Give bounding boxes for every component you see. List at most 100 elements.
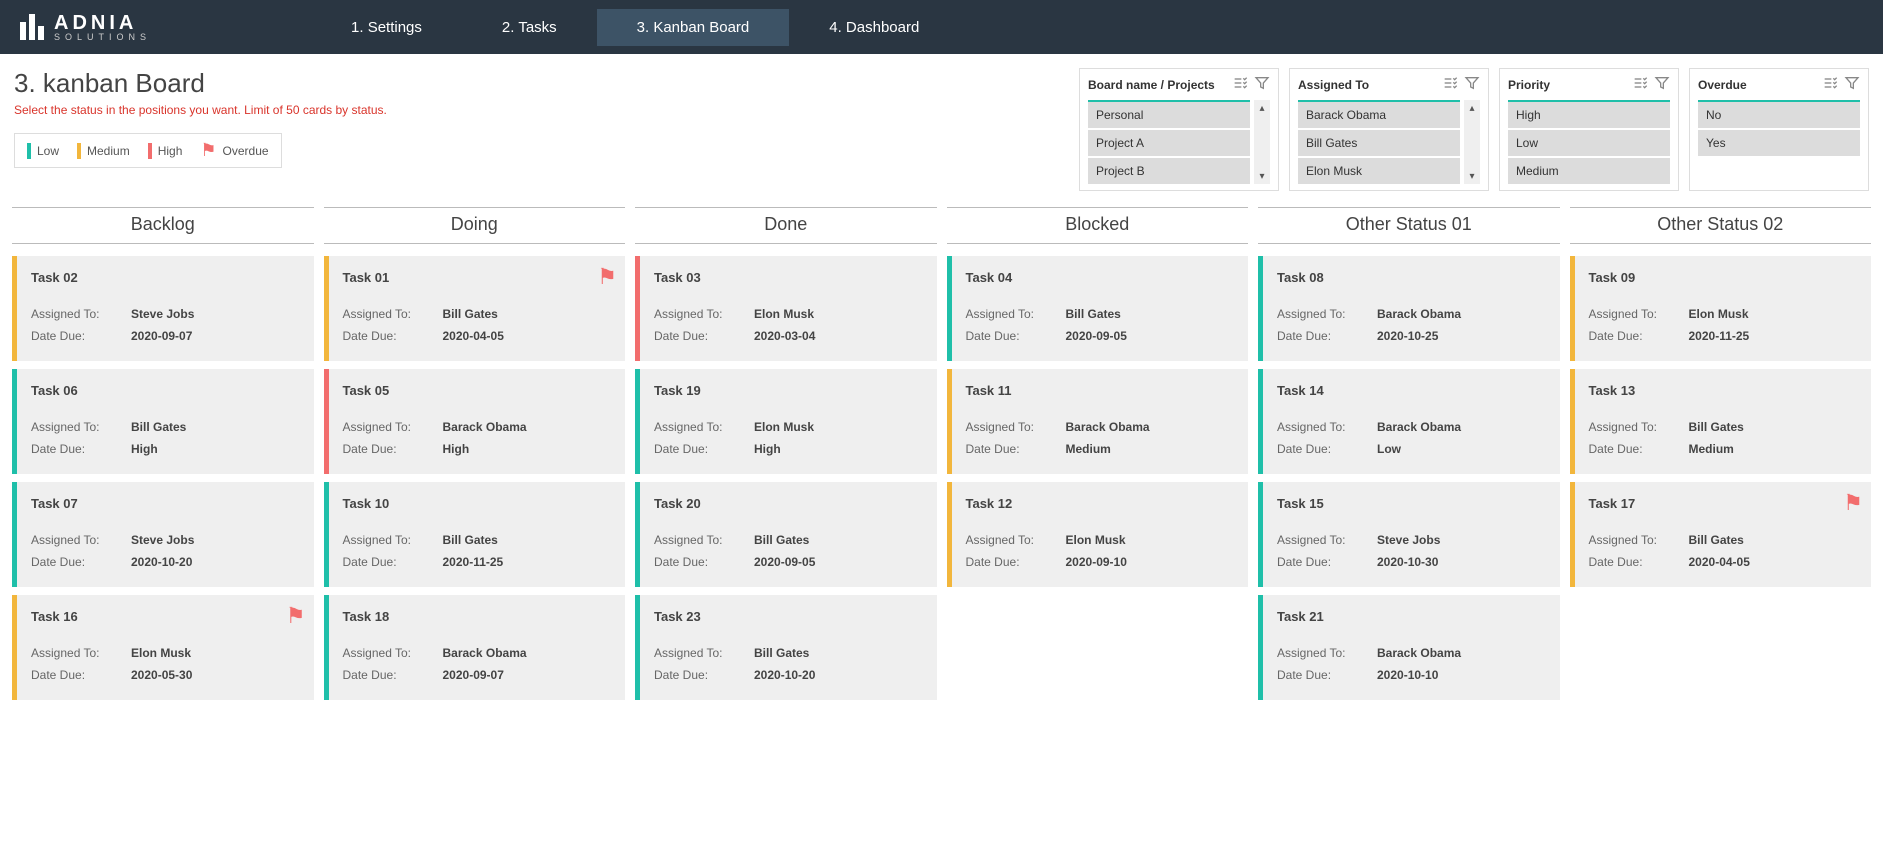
- kanban-card[interactable]: Task 23Assigned To:Bill GatesDate Due:20…: [635, 595, 937, 700]
- kanban-card[interactable]: ⚑Task 01Assigned To:Bill GatesDate Due:2…: [324, 256, 626, 361]
- card-title: Task 07: [31, 496, 304, 511]
- nav-item[interactable]: 3. Kanban Board: [597, 9, 790, 46]
- column-header[interactable]: Blocked: [947, 207, 1249, 244]
- assigned-value: Barack Obama: [1377, 646, 1461, 660]
- kanban-card[interactable]: Task 21Assigned To:Barack ObamaDate Due:…: [1258, 595, 1560, 700]
- kanban-card[interactable]: Task 12Assigned To:Elon MuskDate Due:202…: [947, 482, 1249, 587]
- multi-select-icon[interactable]: [1822, 75, 1838, 94]
- assigned-label: Assigned To:: [1589, 533, 1689, 547]
- kanban-card[interactable]: Task 13Assigned To:Bill GatesDate Due:Me…: [1570, 369, 1872, 474]
- filter-option[interactable]: Personal: [1088, 100, 1250, 128]
- assigned-value: Bill Gates: [1689, 533, 1744, 547]
- assigned-value: Elon Musk: [1689, 307, 1749, 321]
- kanban-card[interactable]: ⚑Task 17Assigned To:Bill GatesDate Due:2…: [1570, 482, 1872, 587]
- assigned-value: Barack Obama: [443, 646, 527, 660]
- kanban-card[interactable]: Task 10Assigned To:Bill GatesDate Due:20…: [324, 482, 626, 587]
- filter-funnel-icon[interactable]: [1654, 75, 1670, 94]
- scrollbar[interactable]: ▴▾: [1464, 100, 1480, 184]
- assigned-value: Bill Gates: [131, 420, 186, 434]
- due-value: 2020-04-05: [443, 329, 504, 343]
- kanban-column: Other Status 01 Task 08Assigned To:Barack…: [1258, 207, 1560, 700]
- kanban-card[interactable]: Task 06Assigned To:Bill GatesDate Due:Hi…: [12, 369, 314, 474]
- filter-funnel-icon[interactable]: [1844, 75, 1860, 94]
- assigned-label: Assigned To:: [31, 646, 131, 660]
- filter-option[interactable]: Bill Gates: [1298, 130, 1460, 156]
- kanban-card[interactable]: Task 20Assigned To:Bill GatesDate Due:20…: [635, 482, 937, 587]
- kanban-board: Backlog Task 02Assigned To:Steve JobsDate…: [0, 201, 1883, 720]
- multi-select-icon[interactable]: [1442, 75, 1458, 94]
- filter-funnel-icon[interactable]: [1464, 75, 1480, 94]
- flag-icon: ⚑: [200, 140, 216, 161]
- kanban-card[interactable]: Task 11Assigned To:Barack ObamaDate Due:…: [947, 369, 1249, 474]
- filter-option[interactable]: Project B: [1088, 158, 1250, 184]
- kanban-card[interactable]: Task 04Assigned To:Bill GatesDate Due:20…: [947, 256, 1249, 361]
- filter-option[interactable]: Low: [1508, 130, 1670, 156]
- kanban-card[interactable]: Task 18Assigned To:Barack ObamaDate Due:…: [324, 595, 626, 700]
- due-label: Date Due:: [966, 555, 1066, 569]
- main-nav: 1. Settings2. Tasks3. Kanban Board4. Das…: [311, 9, 959, 46]
- filter-option[interactable]: Project A: [1088, 130, 1250, 156]
- filter-option[interactable]: Medium: [1508, 158, 1670, 184]
- multi-select-icon[interactable]: [1632, 75, 1648, 94]
- column-header[interactable]: Done: [635, 207, 937, 244]
- kanban-card[interactable]: Task 09Assigned To:Elon MuskDate Due:202…: [1570, 256, 1872, 361]
- card-title: Task 12: [966, 496, 1239, 511]
- assigned-value: Elon Musk: [754, 420, 814, 434]
- kanban-card[interactable]: Task 14Assigned To:Barack ObamaDate Due:…: [1258, 369, 1560, 474]
- kanban-column: Done Task 03Assigned To:Elon MuskDate Due…: [635, 207, 937, 700]
- page-header-block: 3. kanban Board Select the status in the…: [14, 68, 387, 168]
- kanban-card[interactable]: Task 08Assigned To:Barack ObamaDate Due:…: [1258, 256, 1560, 361]
- filter-option[interactable]: High: [1508, 100, 1670, 128]
- kanban-card[interactable]: Task 03Assigned To:Elon MuskDate Due:202…: [635, 256, 937, 361]
- assigned-value: Elon Musk: [1066, 533, 1126, 547]
- assigned-value: Bill Gates: [754, 646, 809, 660]
- filter-title: Board name / Projects: [1088, 78, 1215, 92]
- kanban-card[interactable]: Task 15Assigned To:Steve JobsDate Due:20…: [1258, 482, 1560, 587]
- due-label: Date Due:: [31, 555, 131, 569]
- due-label: Date Due:: [654, 555, 754, 569]
- multi-select-icon[interactable]: [1232, 75, 1248, 94]
- page-title: 3. kanban Board: [14, 68, 387, 99]
- filter-option[interactable]: Yes: [1698, 130, 1860, 156]
- top-nav-bar: ADNIA SOLUTIONS 1. Settings2. Tasks3. Ka…: [0, 0, 1883, 54]
- due-value: 2020-10-20: [754, 668, 815, 682]
- due-label: Date Due:: [1589, 442, 1689, 456]
- brand-logo: ADNIA SOLUTIONS: [20, 13, 151, 42]
- kanban-card[interactable]: ⚑Task 16Assigned To:Elon MuskDate Due:20…: [12, 595, 314, 700]
- filter-option[interactable]: Barack Obama: [1298, 100, 1460, 128]
- scroll-up-icon[interactable]: ▴: [1464, 100, 1480, 116]
- column-header[interactable]: Other Status 01: [1258, 207, 1560, 244]
- filter-funnel-icon[interactable]: [1254, 75, 1270, 94]
- high-bar-icon: [148, 143, 152, 159]
- due-label: Date Due:: [654, 668, 754, 682]
- kanban-column: Other Status 02 Task 09Assigned To:Elon M…: [1570, 207, 1872, 587]
- column-header[interactable]: Other Status 02: [1570, 207, 1872, 244]
- scroll-down-icon[interactable]: ▾: [1464, 168, 1480, 184]
- nav-item[interactable]: 4. Dashboard: [789, 9, 959, 46]
- kanban-card[interactable]: Task 02Assigned To:Steve JobsDate Due:20…: [12, 256, 314, 361]
- due-label: Date Due:: [343, 668, 443, 682]
- filter-option[interactable]: No: [1698, 100, 1860, 128]
- legend-high: High: [148, 143, 183, 159]
- assigned-value: Elon Musk: [754, 307, 814, 321]
- assigned-label: Assigned To:: [343, 420, 443, 434]
- due-label: Date Due:: [31, 329, 131, 343]
- scrollbar[interactable]: ▴▾: [1254, 100, 1270, 184]
- due-value: Low: [1377, 442, 1401, 456]
- scroll-down-icon[interactable]: ▾: [1254, 168, 1270, 184]
- column-header[interactable]: Backlog: [12, 207, 314, 244]
- brand-subtitle: SOLUTIONS: [54, 33, 151, 42]
- due-value: 2020-09-10: [1066, 555, 1127, 569]
- kanban-card[interactable]: Task 07Assigned To:Steve JobsDate Due:20…: [12, 482, 314, 587]
- nav-item[interactable]: 2. Tasks: [462, 9, 597, 46]
- scroll-up-icon[interactable]: ▴: [1254, 100, 1270, 116]
- overdue-flag-icon: ⚑: [1843, 490, 1863, 516]
- kanban-card[interactable]: Task 19Assigned To:Elon MuskDate Due:Hig…: [635, 369, 937, 474]
- kanban-card[interactable]: Task 05Assigned To:Barack ObamaDate Due:…: [324, 369, 626, 474]
- card-title: Task 04: [966, 270, 1239, 285]
- filter-option[interactable]: Elon Musk: [1298, 158, 1460, 184]
- column-header[interactable]: Doing: [324, 207, 626, 244]
- nav-item[interactable]: 1. Settings: [311, 9, 462, 46]
- due-label: Date Due:: [1277, 329, 1377, 343]
- card-title: Task 11: [966, 383, 1239, 398]
